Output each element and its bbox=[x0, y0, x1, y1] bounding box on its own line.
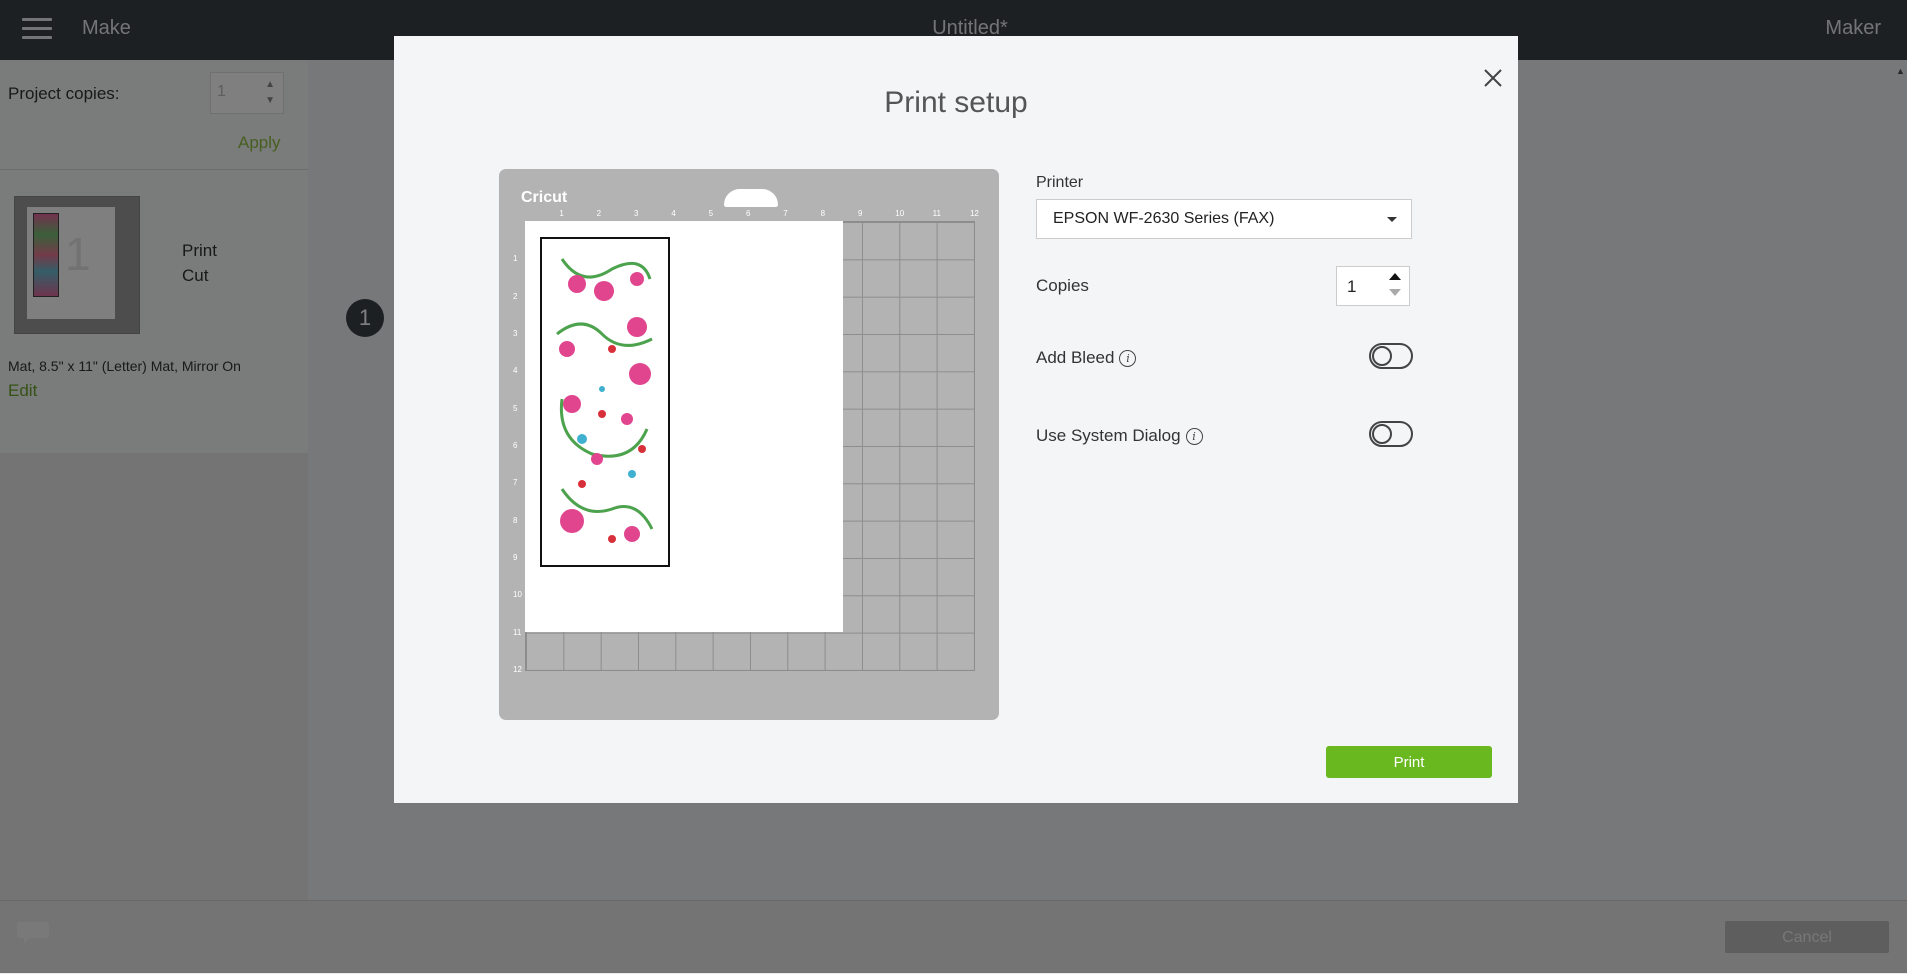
floral-design-image bbox=[540, 237, 670, 567]
use-system-dialog-row: Use System Dialog i bbox=[1036, 426, 1203, 446]
printer-label: Printer bbox=[1036, 174, 1084, 191]
ruler-tick-label: 7 bbox=[783, 209, 788, 218]
chevron-down-icon bbox=[1387, 217, 1397, 222]
toggle-knob bbox=[1372, 346, 1392, 366]
ruler-top: 1 2 3 4 5 6 7 8 9 10 11 12 bbox=[525, 209, 985, 219]
printer-value: EPSON WF-2630 Series (FAX) bbox=[1053, 210, 1275, 227]
ruler-tick-label: 12 bbox=[969, 209, 979, 218]
cricut-logo: Cricut bbox=[521, 189, 568, 206]
ruler-tick-label: 5 bbox=[513, 403, 518, 413]
ruler-tick-label: 6 bbox=[513, 440, 518, 450]
ruler-tick-label: 11 bbox=[932, 209, 941, 218]
ruler-tick-label: 4 bbox=[513, 366, 518, 376]
ruler-tick-label: 8 bbox=[513, 515, 518, 525]
info-icon[interactable]: i bbox=[1119, 350, 1137, 368]
ruler-tick-label: 12 bbox=[513, 664, 522, 674]
ruler-tick-label: 6 bbox=[745, 209, 751, 218]
mat-notch bbox=[724, 189, 778, 207]
ruler-left: 1 2 3 4 5 6 7 8 9 10 11 12 bbox=[513, 221, 523, 681]
print-setup-dialog: Print setup Cricut 1 2 3 4 5 6 7 8 9 10 11 12 12345… bbox=[394, 36, 1518, 803]
add-bleed-label: Add Bleed bbox=[1036, 348, 1115, 367]
ruler-tick-label: 1 bbox=[559, 209, 564, 218]
ruler-tick-label: 2 bbox=[596, 209, 602, 218]
ruler-tick-label: 11 bbox=[513, 627, 522, 637]
ruler-tick-label: 5 bbox=[708, 209, 714, 218]
ruler-tick-label: 9 bbox=[857, 209, 863, 218]
add-bleed-toggle[interactable] bbox=[1369, 343, 1413, 369]
ruler-tick-label: 10 bbox=[513, 590, 522, 600]
mat-preview: Cricut 1 2 3 4 5 6 7 8 9 10 11 12 1 2 3 4 5 6 7 8 9 10 11 12 bbox=[499, 169, 999, 720]
increment-arrow-icon[interactable] bbox=[1389, 273, 1401, 280]
use-system-dialog-toggle[interactable] bbox=[1369, 421, 1413, 447]
print-button[interactable]: Print bbox=[1326, 746, 1492, 778]
ruler-tick-label: 8 bbox=[820, 209, 826, 218]
ruler-tick-label: 4 bbox=[671, 209, 676, 218]
ruler-tick-label: 7 bbox=[513, 478, 518, 488]
use-system-dialog-label: Use System Dialog bbox=[1036, 426, 1181, 445]
toggle-knob bbox=[1372, 424, 1392, 444]
copies-stepper[interactable]: 1 bbox=[1336, 266, 1410, 306]
info-icon[interactable]: i bbox=[1185, 428, 1203, 446]
copies-value: 1 bbox=[1347, 277, 1357, 296]
ruler-tick-label: 3 bbox=[513, 328, 518, 338]
printer-dropdown[interactable]: EPSON WF-2630 Series (FAX) bbox=[1036, 199, 1412, 239]
dialog-title: Print setup bbox=[884, 86, 1028, 119]
ruler-tick-label: 1 bbox=[513, 254, 518, 264]
add-bleed-row: Add Bleed i bbox=[1036, 348, 1137, 368]
ruler-tick-label: 10 bbox=[895, 209, 905, 218]
decrement-arrow-icon[interactable] bbox=[1389, 289, 1401, 296]
ruler-tick-label: 2 bbox=[513, 291, 518, 301]
ruler-tick-label: 9 bbox=[513, 552, 518, 562]
close-icon[interactable] bbox=[1472, 62, 1502, 92]
ruler-tick-label: 3 bbox=[633, 209, 639, 218]
copies-label: Copies bbox=[1036, 276, 1089, 295]
